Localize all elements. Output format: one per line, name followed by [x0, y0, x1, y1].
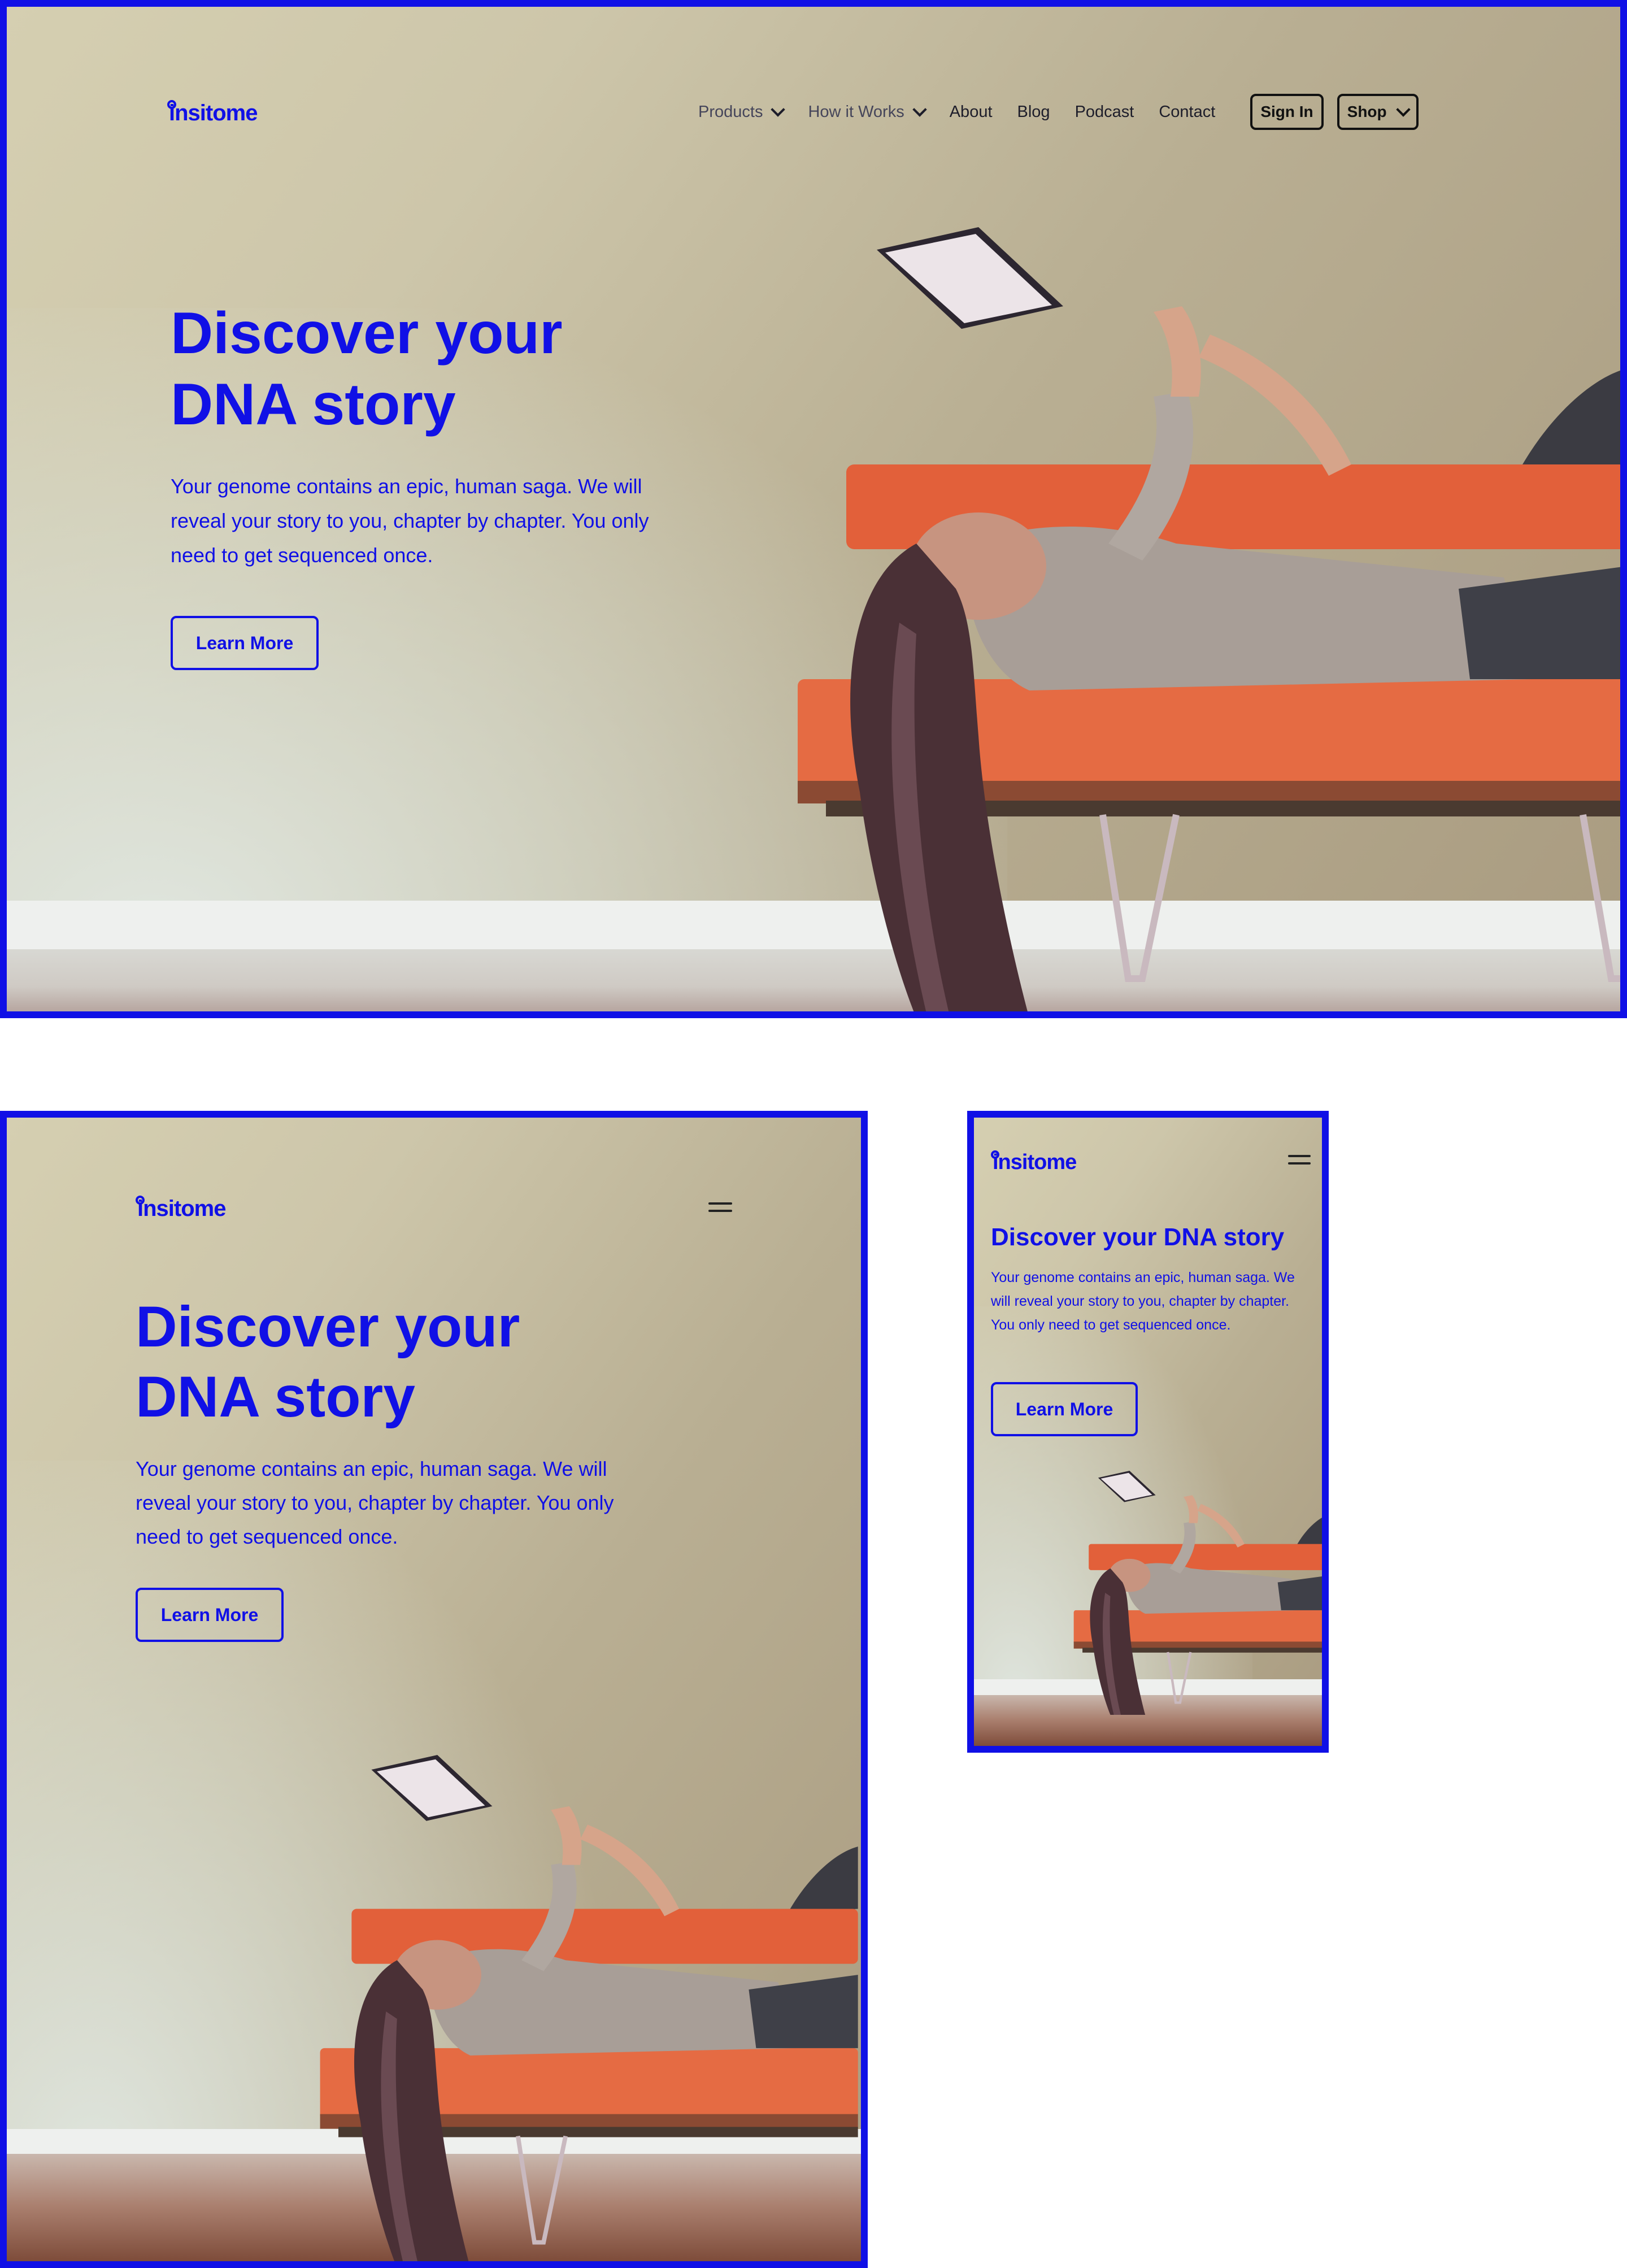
nav-podcast[interactable]: Podcast: [1075, 103, 1134, 121]
main-navigation: Products How it Works About Blog Podcast…: [698, 94, 1419, 130]
learn-more-button[interactable]: Learn More: [991, 1382, 1138, 1436]
hamburger-menu-icon[interactable]: [708, 1202, 732, 1217]
tablet-hero-frame: insitome Discover your DNA story Your ge…: [0, 1111, 868, 2268]
page-title: Discover your DNA story: [991, 1223, 1285, 1251]
sign-in-button[interactable]: Sign In: [1250, 94, 1324, 130]
nav-blog[interactable]: Blog: [1017, 103, 1050, 121]
hero-description: Your genome contains an epic, human saga…: [136, 1457, 614, 1548]
learn-more-button[interactable]: Learn More: [136, 1588, 284, 1642]
hero-description: Your genome contains an epic, human saga…: [991, 1270, 1295, 1333]
hamburger-menu-icon[interactable]: [1288, 1155, 1311, 1170]
logo[interactable]: insitome: [991, 1150, 1077, 1175]
hero-photo: [1073, 1471, 1322, 1715]
page-title: Discover your DNA story: [171, 301, 563, 437]
hero-photo: [320, 1755, 858, 2261]
chevron-down-icon: [912, 102, 927, 117]
nav-how-it-works[interactable]: How it Works: [808, 102, 927, 121]
logo[interactable]: insitome: [167, 100, 258, 126]
page-title: Discover your DNA story: [136, 1294, 520, 1429]
learn-more-button[interactable]: Learn More: [171, 616, 319, 670]
nav-products[interactable]: Products: [698, 102, 786, 121]
nav-contact[interactable]: Contact: [1159, 103, 1215, 121]
logo[interactable]: insitome: [136, 1196, 226, 1222]
mobile-hero-frame: insitome Discover your DNA story Your ge…: [967, 1111, 1329, 1753]
shop-button[interactable]: Shop: [1337, 94, 1419, 130]
nav-about[interactable]: About: [950, 103, 993, 121]
hero-photo: [798, 227, 1620, 1011]
chevron-down-icon: [1395, 102, 1411, 117]
desktop-hero-frame: insitome Products How it Works About Blo…: [0, 0, 1627, 1018]
hero-description: Your genome contains an epic, human saga…: [171, 475, 649, 567]
chevron-down-icon: [771, 102, 786, 117]
